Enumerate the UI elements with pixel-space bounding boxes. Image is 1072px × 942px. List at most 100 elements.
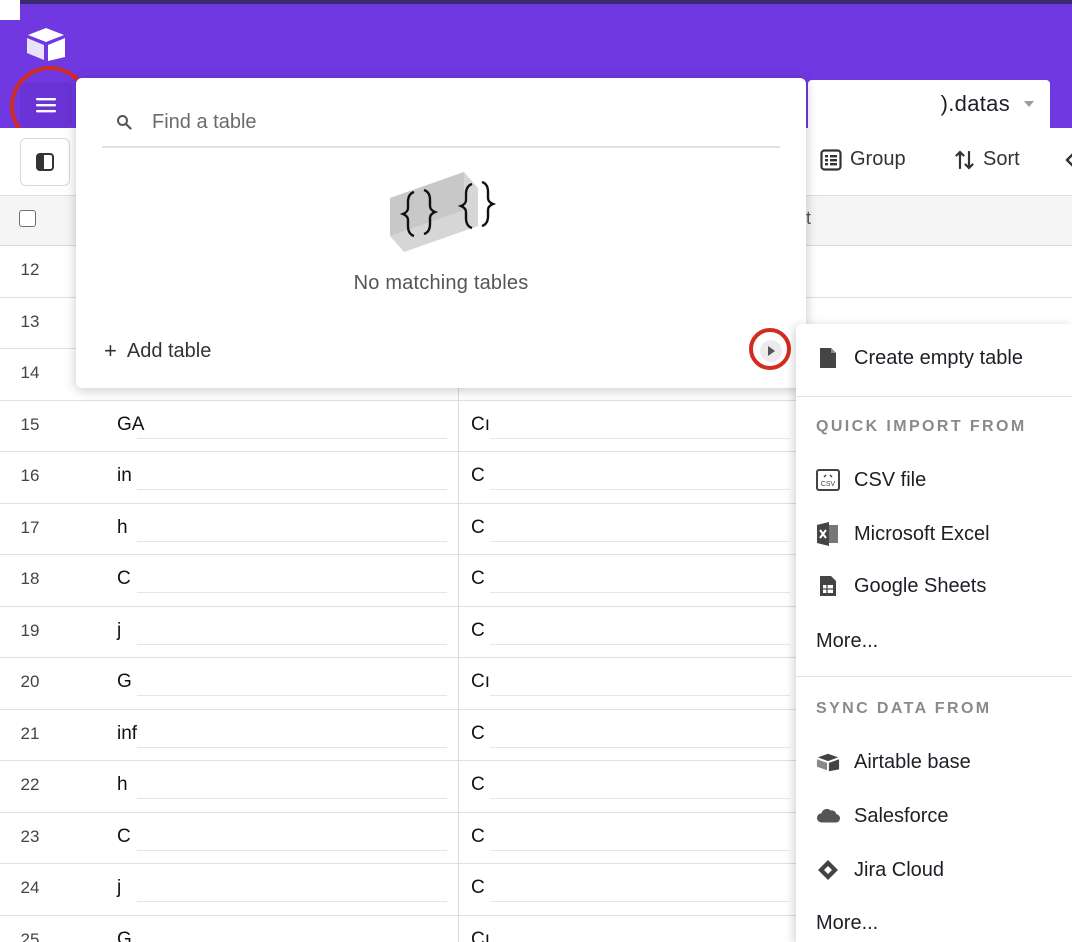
cell-text-line — [137, 643, 447, 645]
cell-secondary[interactable]: Cı — [471, 671, 490, 693]
play-arrow-icon — [768, 346, 775, 356]
microsoft-excel-item[interactable]: Microsoft Excel — [816, 522, 990, 546]
csv-icon: CSV — [816, 468, 840, 492]
jira-cloud-item[interactable]: Jira Cloud — [816, 858, 944, 882]
sort-button[interactable]: Sort — [955, 148, 1020, 171]
cell-primary[interactable]: h — [117, 774, 128, 796]
row-number: 17 — [20, 517, 40, 537]
column-separator — [458, 452, 459, 503]
row-number: 15 — [20, 414, 40, 434]
cell-primary[interactable]: C — [117, 568, 131, 590]
cell-text-line — [137, 695, 447, 696]
cell-secondary[interactable]: C — [471, 517, 485, 539]
add-table-button[interactable]: + Add table — [104, 338, 211, 364]
create-empty-table-item[interactable]: Create empty table — [816, 346, 1023, 370]
column-separator — [458, 812, 459, 863]
cell-text-line — [490, 643, 790, 645]
add-table-label: Add table — [126, 339, 212, 362]
cell-text-line — [137, 746, 447, 748]
sidebar-panel-icon — [36, 153, 54, 171]
quick-import-heading: QUICK IMPORT FROM — [816, 418, 1027, 435]
airtable-base-item[interactable]: Airtable base — [816, 750, 971, 774]
select-all-checkbox[interactable] — [19, 210, 36, 227]
cell-text-line — [490, 798, 790, 799]
csv-file-item[interactable]: CSV CSV file — [816, 468, 926, 492]
cell-secondary[interactable]: Cı — [471, 414, 490, 436]
plus-icon: + — [104, 338, 117, 363]
airtable-logo-icon[interactable] — [24, 26, 68, 62]
column-separator — [458, 555, 459, 606]
cell-primary[interactable]: C — [117, 826, 131, 848]
cell-primary[interactable]: h — [117, 517, 128, 539]
more-sync-sources-link[interactable]: More... — [816, 912, 878, 935]
cell-text-line — [490, 746, 790, 748]
header-corner — [0, 0, 20, 20]
column-separator — [458, 864, 459, 915]
row-number: 14 — [20, 363, 40, 382]
cell-text-line — [490, 592, 790, 593]
row-number: 25 — [20, 929, 40, 942]
group-label: Group — [850, 148, 906, 170]
find-table-search — [102, 98, 780, 148]
microsoft-excel-label: Microsoft Excel — [854, 522, 990, 545]
cell-text-line — [490, 901, 790, 902]
more-import-sources-link[interactable]: More... — [816, 630, 878, 653]
cell-secondary[interactable]: C — [471, 723, 485, 745]
create-empty-table-label: Create empty table — [854, 346, 1023, 369]
cell-text-line — [490, 540, 790, 542]
hamburger-menu-button[interactable] — [20, 82, 72, 128]
table-tab-label: ).datas — [940, 91, 1010, 116]
column-separator — [458, 761, 459, 812]
cell-secondary[interactable]: Cı — [471, 929, 490, 942]
add-table-options-button[interactable] — [760, 340, 782, 362]
submenu-divider — [796, 676, 1072, 677]
google-sheets-label: Google Sheets — [854, 574, 987, 597]
cell-text-line — [137, 849, 447, 851]
table-tab-current[interactable]: ).datas — [808, 80, 1050, 128]
column-header-fragment[interactable]: t — [806, 208, 811, 229]
no-results-illustration-icon — [390, 172, 497, 252]
cell-text-line — [137, 798, 447, 799]
column-separator — [458, 658, 459, 709]
csv-file-label: CSV file — [854, 468, 927, 491]
cell-secondary[interactable]: C — [471, 826, 485, 848]
row-number: 21 — [20, 723, 40, 743]
cell-primary[interactable]: G — [117, 929, 132, 942]
cell-text-line — [490, 849, 790, 851]
find-table-input[interactable] — [152, 110, 712, 134]
cell-secondary[interactable]: C — [471, 465, 485, 487]
sort-label: Sort — [983, 148, 1020, 170]
cell-text-line — [137, 437, 447, 439]
cell-text-line — [137, 540, 447, 542]
cell-secondary[interactable]: C — [471, 620, 485, 642]
cell-primary[interactable]: G — [117, 671, 132, 693]
no-matching-tables-message: No matching tables — [353, 272, 529, 294]
group-button[interactable]: Group — [820, 148, 906, 171]
cell-text-line — [490, 489, 790, 490]
cell-text-line — [490, 695, 790, 696]
salesforce-label: Salesforce — [854, 804, 949, 827]
row-number: 18 — [20, 569, 40, 588]
cell-primary[interactable]: inf — [117, 723, 137, 745]
salesforce-item[interactable]: Salesforce — [816, 804, 949, 828]
google-sheets-item[interactable]: Google Sheets — [816, 574, 986, 598]
row-number: 16 — [20, 466, 40, 485]
cell-primary[interactable]: in — [117, 465, 132, 487]
row-number: 20 — [20, 672, 40, 691]
row-number: 24 — [20, 878, 40, 897]
cell-primary[interactable]: GA — [117, 414, 144, 436]
salesforce-cloud-icon — [816, 804, 840, 828]
caret-down-icon[interactable] — [1024, 101, 1034, 107]
add-table-submenu: Create empty table QUICK IMPORT FROM CSV… — [796, 324, 1072, 942]
cell-secondary[interactable]: C — [471, 774, 485, 796]
cell-secondary[interactable]: C — [471, 877, 485, 899]
submenu-divider — [796, 396, 1072, 397]
sidebar-toggle-button[interactable] — [20, 138, 70, 186]
cell-primary[interactable]: j — [117, 877, 121, 899]
cell-secondary[interactable]: C — [471, 568, 485, 590]
search-icon — [116, 114, 144, 130]
jira-diamond-icon — [816, 858, 840, 882]
more-tool-button[interactable] — [1064, 150, 1072, 170]
table-list-dropdown: No matching tables + Add table — [76, 78, 806, 388]
cell-primary[interactable]: j — [117, 620, 121, 642]
